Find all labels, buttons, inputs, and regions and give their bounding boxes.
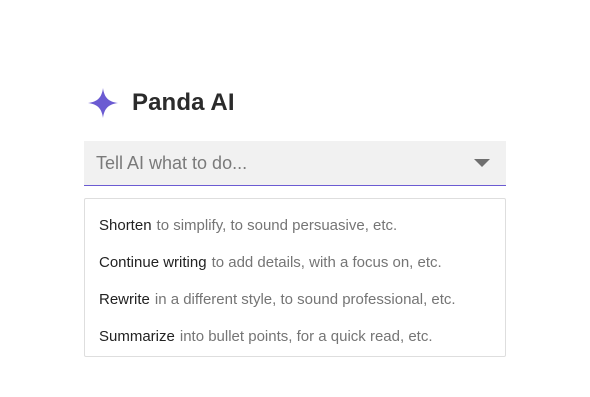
suggestion-continue-writing[interactable]: Continue writing to add details, with a … [85,244,505,281]
suggestion-hint: to add details, with a focus on, etc. [211,254,442,271]
suggestion-shorten[interactable]: Shorten to simplify, to sound persuasive… [85,207,505,244]
suggestion-rewrite[interactable]: Rewrite in a different style, to sound p… [85,281,505,318]
app-title: Panda AI [132,89,235,116]
suggestion-action: Continue writing [99,254,207,271]
prompt-field[interactable] [84,141,506,186]
suggestion-hint: in a different style, to sound professio… [154,291,456,308]
caret-down-icon[interactable] [474,159,490,167]
suggestion-hint: to simplify, to sound persuasive, etc. [156,217,398,234]
suggestion-list: Shorten to simplify, to sound persuasive… [84,198,506,357]
suggestion-action: Shorten [99,217,152,234]
prompt-input[interactable] [84,141,474,185]
suggestion-hint: into bullet points, for a quick read, et… [179,328,433,345]
suggestion-summarize[interactable]: Summarize into bullet points, for a quic… [85,318,505,355]
suggestion-action: Rewrite [99,291,150,308]
header: Panda AI [87,87,235,119]
sparkle-icon [88,88,118,118]
suggestion-action: Summarize [99,328,175,345]
